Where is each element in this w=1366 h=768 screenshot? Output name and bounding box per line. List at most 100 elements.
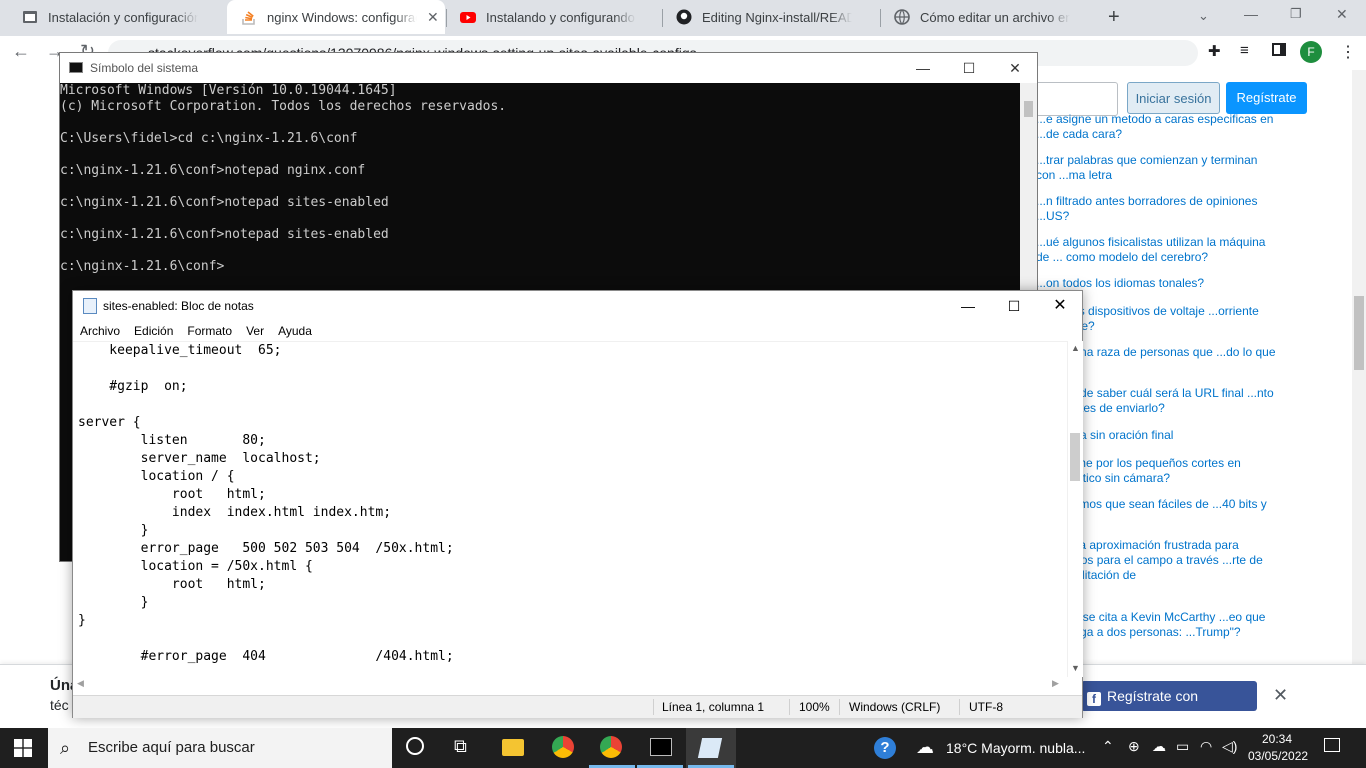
scroll-down-icon[interactable]: ▼ <box>1071 663 1080 673</box>
onedrive-icon[interactable]: ☁ <box>1152 738 1166 755</box>
facebook-signup-button[interactable]: f Regístrate con Facebook <box>1081 681 1257 734</box>
cmd-titlebar[interactable]: Símbolo del sistema — ☐ ✕ <box>60 53 1037 83</box>
globe-icon <box>894 9 910 25</box>
cmd-output[interactable]: Microsoft Windows [Versión 10.0.19044.16… <box>60 83 1020 275</box>
menu-archivo[interactable]: Archivo <box>73 321 127 341</box>
scroll-left-icon[interactable]: ◀ <box>77 678 84 689</box>
taskbar-search-box[interactable]: ⌕ Escribe aquí para buscar <box>48 728 392 768</box>
notepad-titlebar[interactable]: sites-enabled: Bloc de notas — ☐ ✕ <box>73 291 1082 321</box>
tab-label: Cómo editar un archivo en C <box>920 9 1070 25</box>
notepad-text[interactable]: keepalive_timeout 65; #gzip on; server {… <box>73 342 1067 666</box>
battery-icon[interactable]: ▭ <box>1176 738 1189 755</box>
help-icon[interactable]: ? <box>874 737 896 759</box>
notepad-title: sites-enabled: Bloc de notas <box>103 299 254 313</box>
hot-question-link[interactable]: ...e asigne un metodo a caras especifica… <box>1036 112 1276 142</box>
page-scrollbar[interactable] <box>1352 70 1366 728</box>
tab-label: Instalación y configuración de <box>48 9 198 25</box>
tab-search-icon[interactable]: ⌄ <box>1198 8 1209 24</box>
menu-ver[interactable]: Ver <box>239 321 271 341</box>
notification-icon[interactable] <box>1324 738 1340 752</box>
extensions-icon[interactable]: ✚ <box>1208 42 1221 60</box>
notepad-vertical-scrollbar[interactable]: ▲ ▼ <box>1067 341 1083 677</box>
banner-close-icon[interactable]: ✕ <box>1273 685 1288 706</box>
tab-label: Editing Nginx-install/READM <box>702 9 852 25</box>
notepad-minimize-icon[interactable]: — <box>945 291 991 321</box>
weather-text[interactable]: 18°C Mayorm. nubla... <box>946 740 1085 756</box>
file-explorer-icon[interactable] <box>502 739 524 756</box>
browser-tab-strip: Instalación y configuración de nginx Win… <box>0 0 1366 36</box>
notepad-menubar: Archivo Edición Formato Ver Ayuda <box>73 321 319 341</box>
status-encoding: UTF-8 <box>969 700 1003 714</box>
notepad-statusbar: Línea 1, columna 1 100% Windows (CRLF) U… <box>73 695 1082 718</box>
scroll-right-icon[interactable]: ▶ <box>1052 678 1059 689</box>
menu-edicion[interactable]: Edición <box>127 321 180 341</box>
tab-label: nginx Windows: configuración <box>267 9 417 25</box>
notepad-editor[interactable]: keepalive_timeout 65; #gzip on; server {… <box>73 341 1067 678</box>
weather-cloud-icon[interactable]: ☁ <box>916 737 934 758</box>
chrome-icon[interactable] <box>552 736 574 758</box>
cmd-close-icon[interactable]: ✕ <box>992 53 1038 83</box>
hot-question-link[interactable]: ...n filtrado antes borradores de opinio… <box>1036 194 1276 224</box>
scroll-up-icon[interactable]: ▲ <box>1071 343 1080 353</box>
notepad-taskbar-button[interactable] <box>686 728 736 768</box>
windows-taskbar: ⌕ Escribe aquí para buscar ⧉ ? ☁ 18°C Ma… <box>0 728 1366 768</box>
tab-instalacion[interactable]: Instalación y configuración de <box>8 0 222 34</box>
notepad-close-icon[interactable]: ✕ <box>1037 291 1083 321</box>
github-icon <box>676 9 692 25</box>
notepad-horizontal-scrollbar[interactable]: ◀ ▶ <box>73 677 1067 692</box>
clock-date[interactable]: 03/05/2022 <box>1248 749 1308 763</box>
tab-editar-archivo[interactable]: Cómo editar un archivo en C <box>880 0 1094 34</box>
menu-ayuda[interactable]: Ayuda <box>271 321 319 341</box>
close-tab-icon[interactable]: ✕ <box>427 9 439 26</box>
site-search-input[interactable] <box>1037 82 1118 116</box>
new-tab-icon[interactable]: + <box>1108 6 1120 29</box>
status-line-endings: Windows (CRLF) <box>849 700 941 714</box>
wifi-icon[interactable]: ◠ <box>1200 738 1212 755</box>
task-view-icon[interactable]: ⧉ <box>454 736 467 757</box>
hot-question-link[interactable]: ...trar palabras que comienzan y termina… <box>1036 153 1276 183</box>
hot-question-link[interactable]: ...on todos los idiomas tonales? <box>1036 276 1276 291</box>
notepad-app-icon <box>83 298 97 314</box>
back-icon[interactable]: ← <box>12 41 30 62</box>
login-button[interactable]: Iniciar sesión <box>1127 82 1220 114</box>
meet-icon[interactable]: ⊕ <box>1128 738 1140 755</box>
chrome-profile-icon[interactable] <box>600 736 622 758</box>
chevron-up-icon[interactable]: ⌃ <box>1102 738 1114 755</box>
scroll-thumb[interactable] <box>1070 433 1080 481</box>
notepad-window[interactable]: sites-enabled: Bloc de notas — ☐ ✕ Archi… <box>72 290 1083 718</box>
volume-icon[interactable]: ◁) <box>1222 738 1237 755</box>
windows-start-icon[interactable] <box>14 739 32 757</box>
hot-question-link[interactable]: ...ué algunos fisicalistas utilizan la m… <box>1036 235 1276 265</box>
signup-button[interactable]: Regístrate <box>1226 82 1307 114</box>
facebook-icon: f <box>1087 692 1101 706</box>
cmd-title: Símbolo del sistema <box>90 61 199 75</box>
cortana-icon[interactable] <box>406 737 424 755</box>
reading-list-icon[interactable]: ≡ <box>1240 42 1249 59</box>
youtube-icon <box>460 12 476 23</box>
side-panel-icon[interactable] <box>1272 43 1286 56</box>
notepad-taskbar-icon <box>697 738 723 758</box>
menu-formato[interactable]: Formato <box>180 321 239 341</box>
profile-avatar[interactable]: F <box>1300 41 1322 63</box>
notepad-maximize-icon[interactable]: ☐ <box>991 291 1037 321</box>
search-placeholder: Escribe aquí para buscar <box>88 739 255 756</box>
tab-youtube[interactable]: Instalando y configurando N <box>446 0 660 34</box>
tab-label: Instalando y configurando N <box>486 9 636 25</box>
banner-subtitle: téc <box>50 697 69 713</box>
minimize-icon[interactable]: — <box>1244 6 1258 22</box>
restore-icon[interactable]: ❐ <box>1290 6 1302 22</box>
web-icon <box>23 11 37 23</box>
status-zoom: 100% <box>799 700 830 714</box>
search-icon: ⌕ <box>60 738 71 758</box>
cmd-taskbar-icon[interactable] <box>650 738 672 756</box>
status-position: Línea 1, columna 1 <box>662 700 765 714</box>
cmd-minimize-icon[interactable]: — <box>900 53 946 83</box>
tab-nginx-windows[interactable]: nginx Windows: configuración ✕ <box>227 0 445 34</box>
stackoverflow-icon <box>242 11 255 25</box>
tab-github[interactable]: Editing Nginx-install/READM <box>662 0 876 34</box>
cmd-maximize-icon[interactable]: ☐ <box>946 53 992 83</box>
close-window-icon[interactable]: ✕ <box>1336 6 1348 23</box>
clock-time[interactable]: 20:34 <box>1262 732 1292 746</box>
chrome-menu-icon[interactable]: ⋮ <box>1340 42 1356 62</box>
cmd-app-icon <box>69 62 83 73</box>
